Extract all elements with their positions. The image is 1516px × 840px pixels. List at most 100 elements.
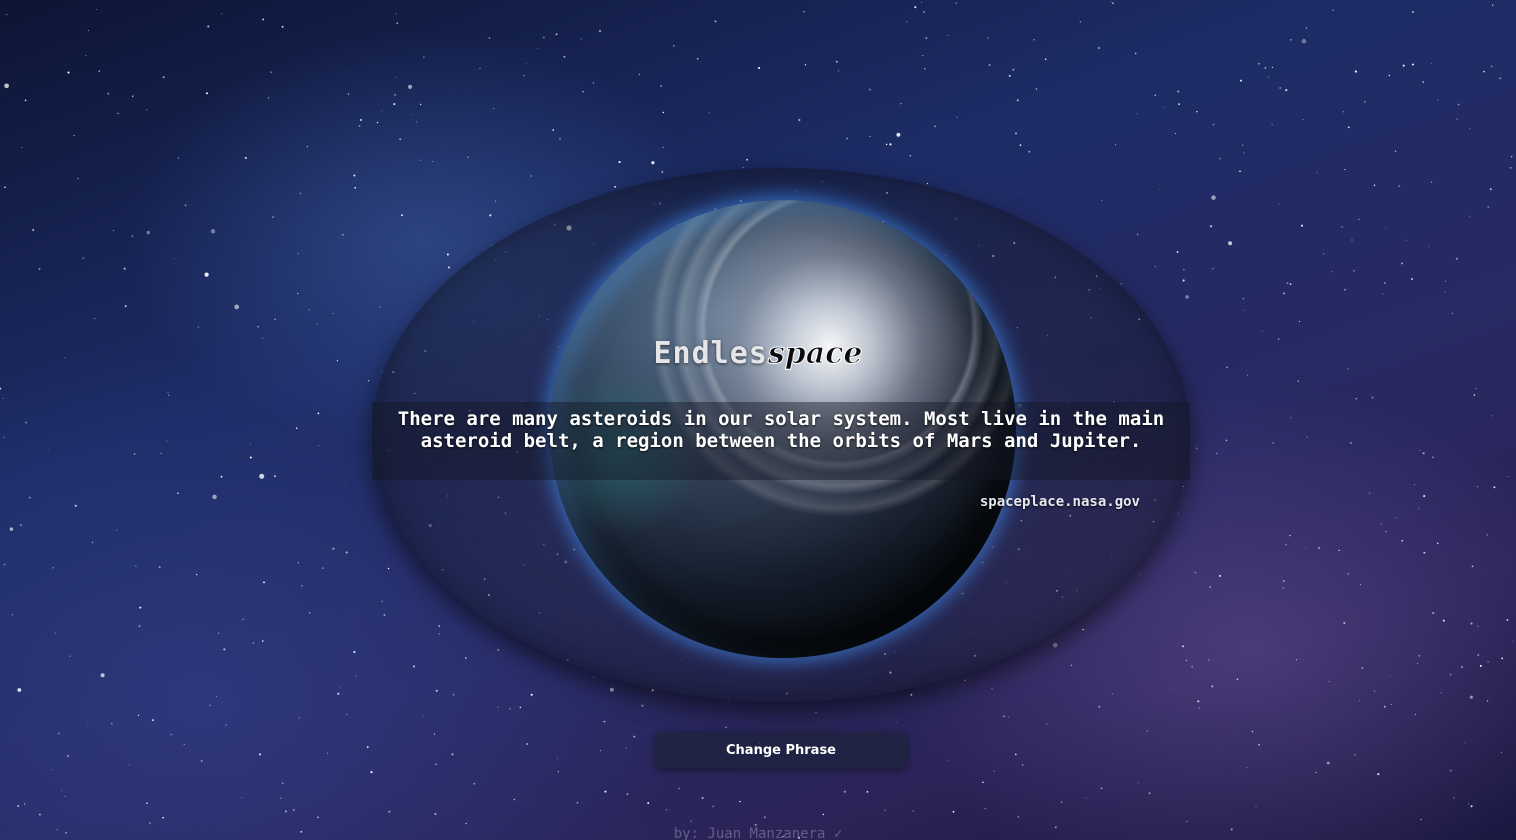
- star: [85, 55, 87, 56]
- star: [167, 391, 169, 393]
- star: [301, 584, 303, 587]
- star: [1483, 70, 1485, 73]
- star: [696, 57, 699, 60]
- star: [1347, 126, 1350, 129]
- star: [1512, 640, 1514, 642]
- star: [673, 45, 675, 47]
- star: [395, 13, 397, 15]
- star: [869, 135, 871, 138]
- star: [1268, 76, 1270, 78]
- star: [370, 771, 373, 774]
- star: [100, 673, 105, 678]
- star: [1008, 74, 1011, 77]
- star: [252, 642, 255, 644]
- star: [1015, 132, 1017, 135]
- star: [493, 107, 495, 109]
- star: [559, 138, 561, 140]
- star: [582, 90, 584, 93]
- star: [1500, 751, 1502, 753]
- star: [67, 71, 70, 74]
- star: [3, 436, 6, 439]
- star: [337, 692, 340, 695]
- star: [221, 13, 223, 15]
- star: [1218, 574, 1221, 577]
- star: [1499, 77, 1502, 80]
- change-phrase-button[interactable]: Change Phrase: [655, 732, 907, 768]
- star: [1489, 188, 1492, 190]
- star: [1344, 169, 1346, 171]
- star: [1279, 86, 1282, 90]
- star: [1475, 387, 1477, 390]
- star: [77, 177, 79, 180]
- star: [381, 111, 383, 112]
- star: [1210, 225, 1212, 228]
- star: [210, 229, 216, 234]
- star: [690, 820, 692, 822]
- star: [146, 109, 148, 111]
- star: [846, 137, 849, 140]
- star: [1470, 622, 1473, 625]
- star: [1111, 693, 1113, 695]
- star: [146, 230, 150, 235]
- star: [1258, 743, 1261, 746]
- star: [131, 235, 134, 238]
- star: [1007, 716, 1009, 718]
- star: [1251, 730, 1254, 733]
- star: [6, 13, 8, 16]
- star: [769, 706, 771, 708]
- star: [1416, 662, 1419, 665]
- star: [956, 116, 958, 118]
- star: [1282, 587, 1285, 590]
- star: [1178, 103, 1180, 105]
- star: [1195, 447, 1198, 450]
- star: [1016, 99, 1019, 102]
- star: [332, 312, 334, 315]
- star: [280, 797, 282, 799]
- star: [446, 253, 449, 256]
- star: [1282, 579, 1285, 582]
- star: [1506, 619, 1509, 621]
- star: [1136, 113, 1138, 115]
- star: [479, 67, 481, 70]
- star: [322, 567, 324, 569]
- star: [347, 93, 349, 95]
- star: [317, 412, 320, 415]
- star: [1211, 195, 1216, 200]
- star: [166, 440, 168, 442]
- star: [1440, 692, 1442, 694]
- star: [317, 444, 319, 446]
- star: [984, 807, 986, 810]
- star: [1286, 282, 1289, 285]
- star: [1390, 675, 1392, 677]
- star: [244, 156, 247, 159]
- star: [137, 714, 140, 716]
- star: [1163, 106, 1165, 108]
- star: [177, 157, 179, 159]
- phrase-source: spaceplace.nasa.gov: [979, 494, 1140, 510]
- star: [1361, 667, 1364, 669]
- star: [393, 103, 396, 106]
- star: [353, 174, 356, 177]
- star: [1271, 66, 1274, 69]
- star: [1046, 723, 1048, 726]
- star: [1394, 150, 1397, 153]
- star: [135, 565, 137, 567]
- star: [216, 696, 217, 698]
- star: [1302, 119, 1304, 120]
- star: [1052, 642, 1058, 648]
- star: [1085, 797, 1087, 799]
- star: [991, 688, 993, 690]
- star: [1368, 492, 1371, 494]
- star: [641, 704, 644, 707]
- star: [204, 272, 209, 277]
- star: [536, 48, 538, 49]
- star: [746, 158, 748, 161]
- star: [1322, 252, 1325, 255]
- star: [1347, 572, 1350, 575]
- star: [1402, 64, 1405, 67]
- star: [1212, 124, 1214, 126]
- star: [924, 68, 926, 70]
- star: [1186, 820, 1188, 823]
- app-title: Endlesspace: [0, 334, 1516, 374]
- star: [1487, 206, 1489, 208]
